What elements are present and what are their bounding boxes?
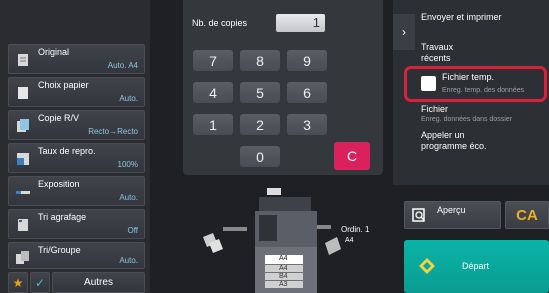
copies-field[interactable]: 1: [276, 14, 325, 32]
menu-eco-program[interactable]: Appeler un programme éco.: [421, 130, 541, 154]
duplex-icon: [15, 118, 31, 134]
start-icon: [418, 257, 436, 280]
setting-label: Taux de repro.: [38, 146, 96, 156]
bottom-bar: ★ ✓ Autres: [8, 272, 145, 293]
temp-file-label: Fichier temp.: [442, 72, 495, 82]
original-size-label: A4: [345, 237, 354, 244]
copies-label: Nb. de copies: [192, 18, 248, 28]
favorite-button[interactable]: ★: [8, 272, 28, 293]
menu-recent-jobs-line1: Travaux: [421, 42, 454, 52]
preview-label: Aperçu: [437, 205, 466, 215]
setting-value: Auto. A4: [107, 61, 138, 70]
key-3[interactable]: 3: [287, 114, 327, 135]
key-4[interactable]: 4: [193, 82, 233, 103]
preview-button[interactable]: Aperçu: [404, 201, 501, 229]
exposure-icon: [15, 184, 31, 200]
setting-label: Tri agrafage: [38, 212, 87, 222]
document-icon: [15, 52, 31, 68]
setting-zoom[interactable]: Taux de repro. 100%: [8, 143, 145, 173]
tray-2-size[interactable]: A4: [279, 265, 288, 272]
setting-sort[interactable]: Tri/Groupe Auto.: [8, 242, 145, 269]
setting-exposure[interactable]: Exposition Auto.: [8, 176, 145, 206]
tray-3-size[interactable]: B4: [279, 273, 288, 280]
setting-value: 100%: [117, 160, 138, 169]
copier-icon: [203, 188, 341, 293]
setting-staple[interactable]: Tri agrafage Off: [8, 209, 145, 239]
tray-1-size[interactable]: A4: [279, 255, 288, 262]
temp-file-sub: Enreg. temp. des données: [442, 87, 525, 94]
clear-all-button[interactable]: CA: [505, 201, 549, 229]
setting-value: Auto.: [119, 256, 138, 265]
sort-icon: [15, 250, 31, 266]
check-icon: ✓: [34, 275, 46, 290]
staple-icon: [15, 217, 31, 233]
setting-value: Recto→Recto: [88, 127, 138, 136]
paper-icon: [15, 85, 31, 101]
start-button[interactable]: Départ: [404, 240, 549, 293]
star-icon: ★: [12, 275, 24, 290]
setting-value: Auto.: [119, 193, 138, 202]
menu-recent-jobs-line2: récents: [421, 53, 451, 63]
setting-duplex[interactable]: Copie R/V Recto→Recto: [8, 110, 145, 140]
machine-illustration: Ordin. 1 A4 A4 A4 B4 A3: [195, 185, 395, 293]
key-8[interactable]: 8: [240, 50, 280, 71]
menu-collapse-tab[interactable]: ›: [393, 14, 415, 50]
menu-file[interactable]: Fichier: [421, 104, 448, 115]
menu-recent-jobs[interactable]: Travaux récents: [421, 42, 541, 64]
clear-key[interactable]: C: [334, 142, 370, 170]
setting-label: Exposition: [38, 179, 80, 189]
chevron-right-icon: ›: [402, 25, 406, 39]
setting-value: Off: [127, 226, 138, 235]
key-0[interactable]: 0: [240, 146, 280, 167]
menu-file-sub: Enreg. données dans dossier: [421, 116, 513, 123]
settings-panel: Original Auto. A4 Choix papier Auto. Cop…: [0, 0, 150, 293]
key-7[interactable]: 7: [193, 50, 233, 71]
setting-label: Original: [38, 47, 70, 57]
key-6[interactable]: 6: [287, 82, 327, 103]
temp-file-checkbox[interactable]: [421, 76, 436, 91]
key-2[interactable]: 2: [240, 114, 280, 135]
original-count-label: Ordin. 1: [341, 225, 370, 234]
copy-screen: Original Auto. A4 Choix papier Auto. Cop…: [0, 0, 549, 293]
checklist-button[interactable]: ✓: [30, 272, 50, 293]
setting-paper[interactable]: Choix papier Auto.: [8, 77, 145, 107]
setting-original[interactable]: Original Auto. A4: [8, 44, 145, 74]
tray-4-size[interactable]: A3: [279, 281, 288, 288]
setting-label: Choix papier: [38, 80, 89, 90]
key-1[interactable]: 1: [193, 114, 233, 135]
preview-icon: [412, 208, 426, 227]
zoom-icon: [15, 151, 31, 167]
menu-eco-line1: Appeler un: [421, 130, 465, 140]
start-label: Départ: [462, 261, 490, 271]
others-button[interactable]: Autres: [52, 272, 145, 293]
menu-send-print[interactable]: Envoyer et imprimer: [421, 12, 502, 23]
setting-label: Copie R/V: [38, 113, 80, 123]
keypad-panel: Nb. de copies 1 7 8 9 4 5 6 1 2 3 0 C: [183, 0, 383, 175]
setting-label: Tri/Groupe: [38, 245, 81, 255]
key-5[interactable]: 5: [240, 82, 280, 103]
key-9[interactable]: 9: [287, 50, 327, 71]
temp-file-option[interactable]: Fichier temp. Enreg. temp. des données: [404, 66, 547, 102]
menu-eco-line2: programme éco.: [421, 141, 487, 151]
setting-value: Auto.: [119, 94, 138, 103]
